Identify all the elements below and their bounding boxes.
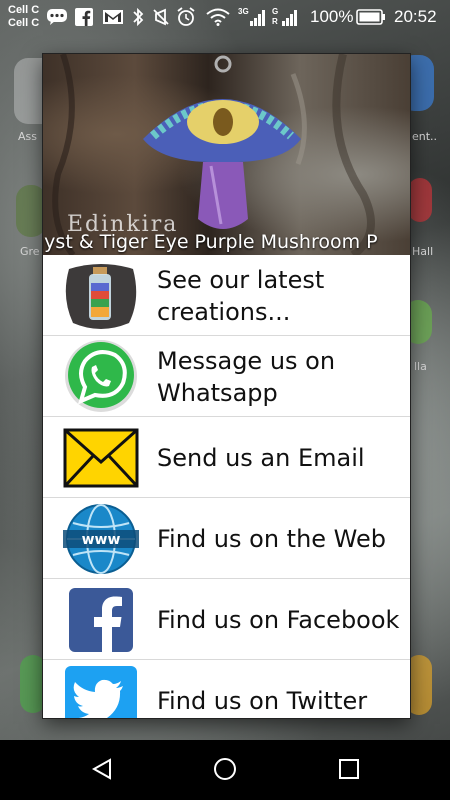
email-item[interactable]: Send us an Email xyxy=(43,417,410,498)
back-triangle-icon xyxy=(91,758,111,780)
web-item[interactable]: www Find us on the Web xyxy=(43,498,410,579)
signal-1-icon: 3G xyxy=(238,7,266,27)
recents-button[interactable] xyxy=(334,754,364,784)
background-label: lla xyxy=(414,360,427,373)
envelope-icon xyxy=(63,423,139,493)
whatsapp-item[interactable]: Message us on Whatsapp xyxy=(43,336,410,417)
home-circle-icon xyxy=(214,758,236,780)
bottle-photo-icon xyxy=(63,261,139,331)
facebook-notification-icon xyxy=(75,7,93,27)
background-label: Ass xyxy=(18,130,37,143)
chat-notification-icon xyxy=(46,7,68,27)
product-banner-image[interactable]: Edinkira ethyst & Tiger Eye Purple Mushr… xyxy=(43,54,410,255)
mute-icon xyxy=(152,7,170,27)
latest-creations-item[interactable]: See our latest creations... xyxy=(43,255,410,336)
carrier-2: Cell C xyxy=(8,17,40,29)
home-button[interactable] xyxy=(210,754,240,784)
twitter-item[interactable]: Find us on Twitter xyxy=(43,660,410,718)
wifi-icon xyxy=(206,7,230,27)
twitter-icon xyxy=(63,666,139,718)
background-label: Hall xyxy=(412,245,434,258)
bluetooth-icon xyxy=(131,7,145,27)
gmail-notification-icon xyxy=(102,7,124,27)
whatsapp-icon xyxy=(63,340,139,412)
contact-options-dialog: Edinkira ethyst & Tiger Eye Purple Mushr… xyxy=(43,54,410,718)
whatsapp-label: Message us on Whatsapp xyxy=(157,346,336,407)
facebook-item[interactable]: Find us on Facebook xyxy=(43,579,410,660)
background-label: ent.. xyxy=(412,130,438,143)
background-app-icon xyxy=(16,185,46,237)
battery-icon xyxy=(356,7,386,27)
web-label: Find us on the Web xyxy=(157,524,387,553)
back-button[interactable] xyxy=(87,754,117,784)
clock: 20:52 xyxy=(394,7,437,26)
signal-2-icon: G R xyxy=(272,7,300,27)
svg-text:www: www xyxy=(82,532,121,548)
latest-creations-label: See our latest creations... xyxy=(157,265,325,326)
email-label: Send us an Email xyxy=(157,443,365,472)
navigation-bar xyxy=(0,740,450,800)
banner-caption: ethyst & Tiger Eye Purple Mushroom P xyxy=(43,231,378,253)
recents-square-icon xyxy=(339,759,359,779)
background-label: Gre xyxy=(20,245,40,258)
carrier-1: Cell C xyxy=(8,4,40,16)
carrier-names: Cell C Cell C xyxy=(8,4,39,30)
status-bar: Cell C Cell C 3G G R 100% 20:52 xyxy=(0,0,450,34)
twitter-label: Find us on Twitter xyxy=(157,686,368,715)
facebook-label: Find us on Facebook xyxy=(157,605,400,634)
contact-options-list: See our latest creations... Message us o… xyxy=(43,255,410,718)
facebook-icon xyxy=(63,585,139,655)
background-app-icon xyxy=(408,178,432,222)
battery-percent: 100% xyxy=(310,7,354,26)
alarm-icon xyxy=(176,7,196,27)
www-globe-icon: www xyxy=(63,504,139,574)
